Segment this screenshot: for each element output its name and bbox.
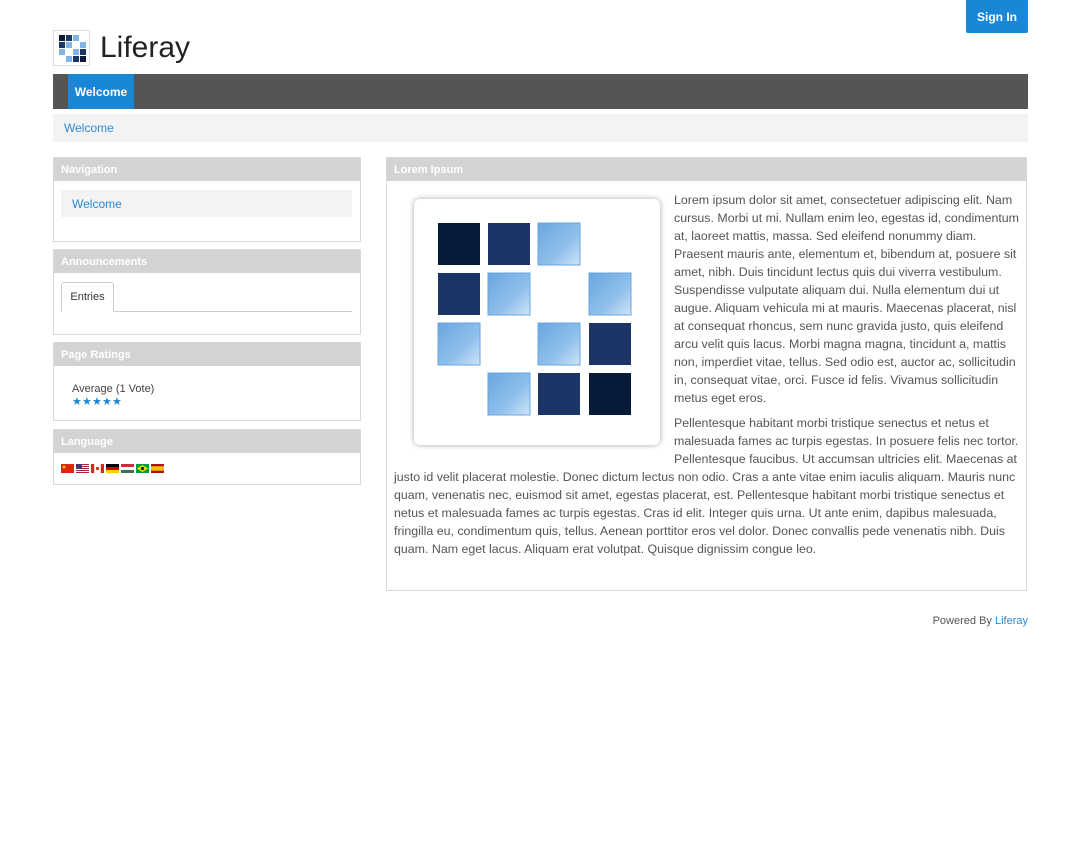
- star-icon[interactable]: ★: [112, 397, 122, 408]
- portlet-title: Navigation: [54, 158, 360, 181]
- portlet-title: Announcements: [54, 250, 360, 273]
- rating-average-label: Average (1 Vote): [72, 383, 155, 395]
- star-icon[interactable]: ★: [102, 397, 112, 408]
- flag-icon-brazil[interactable]: [136, 464, 149, 473]
- nav-item-welcome[interactable]: Welcome: [68, 74, 134, 109]
- page-ratings-portlet: Page Ratings Average (1 Vote) ★ ★ ★ ★ ★: [53, 342, 361, 421]
- flag-icon-hungary[interactable]: [121, 464, 134, 473]
- flag-icon-germany[interactable]: [106, 464, 119, 473]
- breadcrumb-item-welcome[interactable]: Welcome: [64, 121, 114, 135]
- flag-icon-china[interactable]: [61, 464, 74, 473]
- announcements-portlet: Announcements Entries: [53, 249, 361, 335]
- flag-icon-spain[interactable]: [151, 464, 164, 473]
- star-icon[interactable]: ★: [92, 397, 102, 408]
- content-portlet: Lorem Ipsum Lorem ipsum dolor sit amet, …: [386, 157, 1027, 591]
- star-icon[interactable]: ★: [72, 397, 82, 408]
- footer-powered-by: Powered By: [932, 615, 992, 627]
- language-portlet: Language: [53, 429, 361, 485]
- breadcrumb: Welcome: [53, 114, 1028, 142]
- article-body: Lorem ipsum dolor sit amet, consectetuer…: [387, 181, 1026, 558]
- site-name: Liferay: [100, 31, 191, 64]
- navigation-item-label[interactable]: Welcome: [72, 197, 122, 211]
- liferay-logo-image: [414, 199, 660, 445]
- portlet-title: Lorem Ipsum: [387, 158, 1026, 181]
- footer-liferay-link[interactable]: Liferay: [995, 615, 1028, 627]
- tab-entries[interactable]: Entries: [61, 282, 114, 312]
- sign-in-button[interactable]: Sign In: [966, 0, 1028, 33]
- announcements-tabs: Entries: [61, 282, 352, 312]
- main-navbar: Welcome: [53, 74, 1028, 109]
- portlet-title: Page Ratings: [54, 343, 360, 366]
- rating-stars[interactable]: ★ ★ ★ ★ ★: [72, 397, 360, 408]
- star-icon[interactable]: ★: [82, 397, 92, 408]
- footer: Powered By Liferay: [933, 615, 1028, 627]
- portlet-title: Language: [54, 430, 360, 453]
- liferay-logo-icon: [53, 30, 90, 66]
- flag-icon-usa[interactable]: [76, 464, 89, 473]
- navigation-item-welcome[interactable]: Welcome: [61, 190, 352, 217]
- site-brand[interactable]: Liferay: [53, 30, 190, 66]
- language-flags: [61, 464, 360, 473]
- flag-icon-canada[interactable]: [91, 464, 104, 473]
- navigation-portlet: Navigation Welcome: [53, 157, 361, 242]
